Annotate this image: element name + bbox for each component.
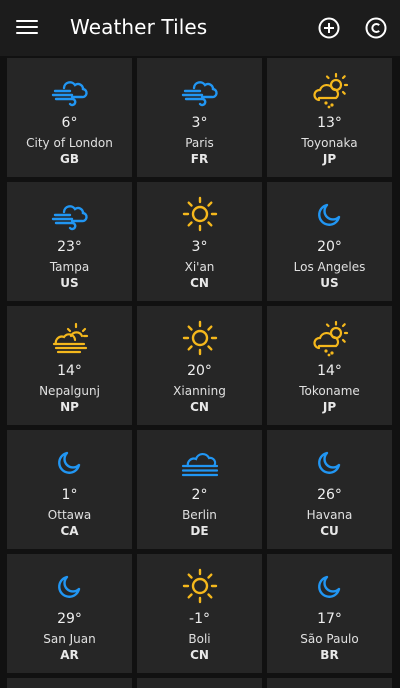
city-name: City of London [26, 136, 113, 150]
temperature: 3° [191, 115, 208, 131]
country-code: CU [320, 524, 339, 538]
city-name: Los Angeles [293, 260, 366, 274]
moon-icon [57, 451, 80, 474]
weather-tile[interactable]: 2° Berlin DE [137, 430, 262, 549]
app-title: Weather Tiles [70, 15, 208, 39]
sun-icon [182, 196, 217, 232]
temperature: 20° [187, 363, 212, 379]
city-name: Toyonaka [301, 136, 358, 150]
sun-cloud-rain-icon [312, 72, 348, 109]
city-name: Ottawa [47, 508, 92, 522]
cloud-wind-icon [51, 81, 88, 107]
country-code: US [320, 276, 339, 290]
moon-icon [57, 575, 80, 598]
temperature: 17° [317, 611, 342, 627]
city-name: Tokoname [299, 384, 360, 398]
weather-tile[interactable]: 26° Havana CU [267, 430, 392, 549]
country-code: NP [60, 400, 79, 414]
cloud-fog-icon [181, 452, 218, 477]
temperature: -1° [189, 611, 210, 627]
country-code: BR [320, 648, 339, 662]
weather-tile[interactable]: 3° Xi'an CN [137, 182, 262, 301]
city-name: Xianning [173, 384, 226, 398]
weather-tile[interactable]: 13° Toyonaka JP [267, 58, 392, 177]
country-code: DE [190, 524, 209, 538]
country-code: CN [190, 276, 209, 290]
country-code: CN [190, 400, 209, 414]
city-name: San Juan [43, 632, 96, 646]
country-code: CA [60, 524, 79, 538]
cloud-wind-icon [51, 205, 88, 231]
moon-icon [317, 203, 340, 226]
sun-fog-icon [52, 322, 88, 354]
city-name: Paris [185, 136, 214, 150]
app-bar: Weather Tiles [0, 0, 400, 56]
temperature: 2° [191, 487, 208, 503]
city-name: Boli [188, 632, 211, 646]
temperature: 29° [57, 611, 82, 627]
temperature: 20° [317, 239, 342, 255]
city-name: Berlin [182, 508, 217, 522]
weather-tile[interactable]: 17° São Paulo BR [267, 554, 392, 673]
temperature: 26° [317, 487, 342, 503]
temperature: 14° [317, 363, 342, 379]
country-code: FR [190, 152, 209, 166]
sun-icon [182, 568, 217, 604]
weather-tile[interactable]: -1° Boli CN [137, 554, 262, 673]
temperature: 23° [57, 239, 82, 255]
add-icon[interactable] [317, 16, 341, 40]
menu-icon[interactable] [16, 17, 38, 39]
city-name: Xi'an [184, 260, 215, 274]
weather-tile[interactable]: 23° Tampa US [7, 182, 132, 301]
country-code: US [60, 276, 79, 290]
country-code: JP [322, 400, 337, 414]
weather-tile[interactable]: 14° Tokoname JP [267, 306, 392, 425]
weather-tile[interactable]: 20° Los Angeles US [267, 182, 392, 301]
temperature: 6° [61, 115, 78, 131]
temperature: 13° [317, 115, 342, 131]
city-name: Nepalgunj [39, 384, 100, 398]
moon-icon [317, 575, 340, 598]
city-name: São Paulo [300, 632, 359, 646]
weather-tile[interactable]: 20° Xianning CN [137, 306, 262, 425]
cloud-wind-icon [181, 81, 218, 107]
sun-icon [182, 320, 217, 356]
sun-cloud-rain-icon [312, 320, 348, 357]
weather-tile[interactable]: 3° Paris FR [137, 58, 262, 177]
country-code: AR [60, 648, 79, 662]
weather-tile[interactable]: 29° San Juan AR [7, 554, 132, 673]
weather-tile[interactable]: 14° Nepalgunj NP [7, 306, 132, 425]
temperature: 14° [57, 363, 82, 379]
city-name: Tampa [49, 260, 90, 274]
country-code: JP [322, 152, 337, 166]
temperature: 1° [61, 487, 78, 503]
moon-icon [317, 451, 340, 474]
city-name: Havana [306, 508, 353, 522]
copyright-icon[interactable] [364, 16, 388, 40]
country-code: GB [60, 152, 79, 166]
weather-tile-grid: 6° City of London GB 3° Paris FR 13° Toyonaka JP… [7, 58, 393, 688]
weather-tile[interactable]: 6° City of London GB [7, 58, 132, 177]
weather-tile[interactable]: 1° Ottawa CA [7, 430, 132, 549]
country-code: CN [190, 648, 209, 662]
temperature: 3° [191, 239, 208, 255]
